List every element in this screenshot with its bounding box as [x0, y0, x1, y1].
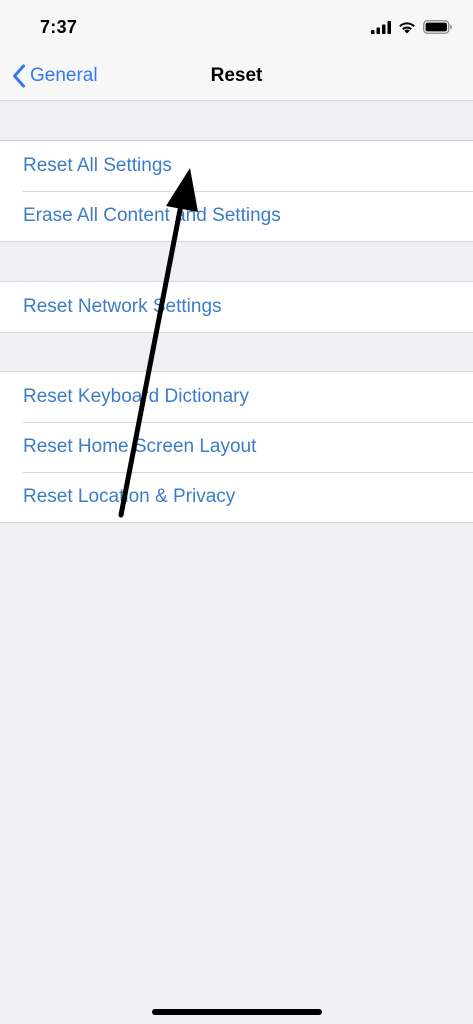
erase-all-content-row[interactable]: Erase All Content and Settings [0, 191, 473, 241]
settings-group-reset: Reset All Settings Erase All Content and… [0, 140, 473, 242]
reset-home-screen-layout-row[interactable]: Reset Home Screen Layout [0, 422, 473, 472]
settings-group-other-resets: Reset Keyboard Dictionary Reset Home Scr… [0, 371, 473, 523]
back-button[interactable]: General [12, 62, 98, 90]
cellular-signal-icon [371, 20, 391, 34]
reset-location-privacy-row[interactable]: Reset Location & Privacy [0, 472, 473, 522]
row-label: Reset All Settings [23, 155, 172, 176]
status-bar: 7:37 [0, 0, 473, 52]
reset-keyboard-dictionary-row[interactable]: Reset Keyboard Dictionary [0, 372, 473, 422]
row-label: Reset Keyboard Dictionary [23, 386, 249, 407]
chevron-left-icon [13, 64, 25, 88]
reset-all-settings-row[interactable]: Reset All Settings [0, 141, 473, 191]
row-label: Erase All Content and Settings [23, 205, 281, 226]
navigation-bar: Reset General [0, 52, 473, 101]
row-label: Reset Home Screen Layout [23, 436, 257, 457]
reset-network-settings-row[interactable]: Reset Network Settings [0, 282, 473, 332]
settings-group-network: Reset Network Settings [0, 281, 473, 333]
battery-icon [423, 20, 452, 34]
status-icons [371, 19, 453, 35]
row-label: Reset Location & Privacy [23, 486, 236, 507]
back-button-label: General [30, 65, 98, 86]
status-time: 7:37 [40, 17, 78, 37]
wifi-icon [399, 22, 415, 34]
home-indicator[interactable] [152, 1009, 322, 1015]
row-label: Reset Network Settings [23, 296, 222, 317]
reset-screen: 7:37 Reset General Reset All Settings Er… [0, 0, 473, 1024]
